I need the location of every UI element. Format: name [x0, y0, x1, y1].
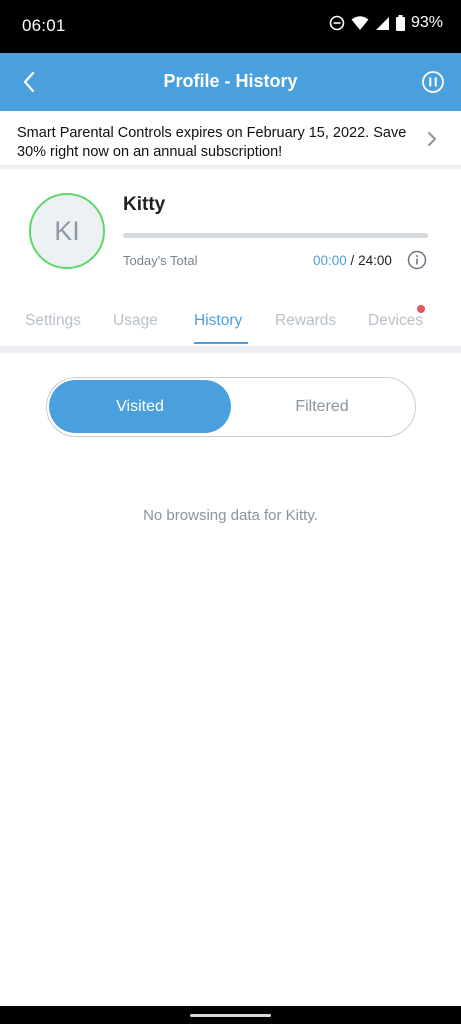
status-bar: 06:01 93% [0, 0, 461, 53]
pause-circle-icon[interactable] [421, 70, 445, 94]
status-time: 06:01 [22, 16, 66, 35]
tab-settings[interactable]: Settings [25, 312, 81, 330]
empty-state-message: No browsing data for Kitty. [143, 507, 318, 524]
battery-percent: 93% [410, 14, 443, 31]
wifi-icon [351, 16, 369, 30]
system-nav-bar [0, 1006, 461, 1024]
status-icons: 93% [329, 14, 443, 32]
do-not-disturb-icon [329, 15, 345, 31]
divider [0, 346, 461, 353]
tab-history[interactable]: History [194, 312, 242, 330]
subscription-banner[interactable]: Smart Parental Controls expires on Febru… [0, 111, 461, 169]
filtered-segment-button[interactable]: Filtered [231, 380, 413, 433]
info-icon[interactable] [407, 250, 427, 270]
profile-header: KI Kitty Today's Total 00:00 / 24:00 [0, 173, 461, 293]
tab-devices[interactable]: Devices [368, 312, 423, 330]
tab-rewards[interactable]: Rewards [275, 312, 336, 330]
app-bar: Profile - History [0, 53, 461, 111]
todays-total-value: 00:00 / 24:00 [313, 253, 392, 268]
time-separator: / [346, 253, 359, 268]
active-tab-indicator [194, 342, 248, 344]
devices-notification-badge [417, 305, 425, 313]
battery-icon [395, 15, 405, 31]
avatar[interactable]: KI [29, 193, 105, 269]
todays-total-label: Today's Total [123, 253, 198, 268]
profile-tabs: Settings Usage History Rewards Devices [0, 300, 461, 346]
tab-usage[interactable]: Usage [113, 312, 158, 330]
profile-name: Kitty [123, 194, 166, 215]
time-limit: 24:00 [358, 253, 392, 268]
time-used: 00:00 [313, 253, 347, 268]
history-filter-toggle: Visited Filtered [46, 377, 416, 437]
usage-progress-bar [123, 233, 428, 238]
visited-segment-button[interactable]: Visited [49, 380, 231, 433]
page-title: Profile - History [163, 71, 298, 91]
chevron-right-icon [428, 132, 436, 146]
home-indicator[interactable] [190, 1014, 271, 1017]
subscription-banner-text: Smart Parental Controls expires on Febru… [17, 125, 407, 160]
signal-icon [375, 16, 389, 30]
